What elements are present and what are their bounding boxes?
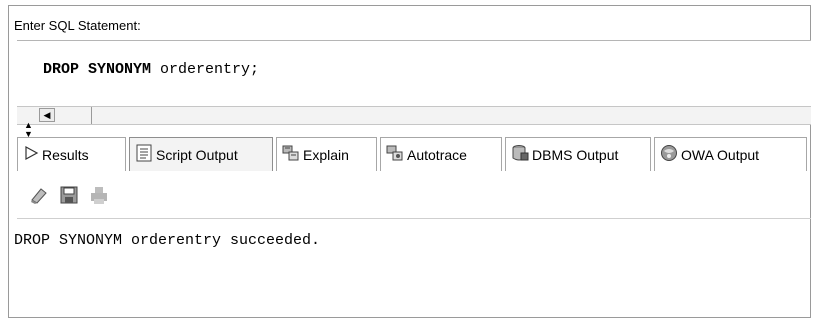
scrollbar-divider (91, 107, 92, 124)
tab-dbms-output-label: DBMS Output (532, 146, 619, 163)
tab-script-output-label: Script Output (156, 146, 238, 163)
dbms-output-icon (511, 144, 529, 165)
save-disk-icon[interactable] (59, 185, 79, 210)
script-output-text: DROP SYNONYM orderentry succeeded. (14, 232, 321, 249)
autotrace-icon (386, 144, 404, 165)
tab-autotrace-label: Autotrace (407, 146, 467, 163)
output-toolbar (17, 177, 811, 211)
sql-keyword: DROP SYNONYM (43, 61, 152, 78)
print-icon[interactable] (89, 185, 109, 210)
play-arrow-icon (23, 145, 39, 164)
tab-explain[interactable]: Explain (276, 137, 377, 171)
output-tabs: Results Script Output Explain Autotrace … (17, 137, 811, 173)
tab-owa-output[interactable]: OWA Output (654, 137, 807, 171)
tab-owa-output-label: OWA Output (681, 146, 760, 163)
eraser-icon[interactable] (29, 185, 49, 210)
tab-autotrace[interactable]: Autotrace (380, 137, 502, 171)
sql-editor-text[interactable]: DROP SYNONYM orderentry; (43, 61, 259, 78)
tab-script-output[interactable]: Script Output (129, 137, 273, 171)
scroll-left-arrow-icon[interactable]: ◀ (39, 108, 55, 122)
editor-horizontal-scrollbar[interactable]: ◀ (17, 106, 811, 125)
toolbar-divider (17, 218, 811, 219)
tab-explain-label: Explain (303, 146, 349, 163)
tab-results[interactable]: Results (17, 137, 126, 171)
sql-statement-label: Enter SQL Statement: (14, 18, 141, 33)
tab-results-label: Results (42, 146, 89, 163)
explain-plan-icon (282, 144, 300, 165)
script-document-icon (135, 144, 153, 165)
tab-dbms-output[interactable]: DBMS Output (505, 137, 651, 171)
sql-identifier: orderentry; (151, 61, 260, 78)
owa-output-icon (660, 144, 678, 165)
